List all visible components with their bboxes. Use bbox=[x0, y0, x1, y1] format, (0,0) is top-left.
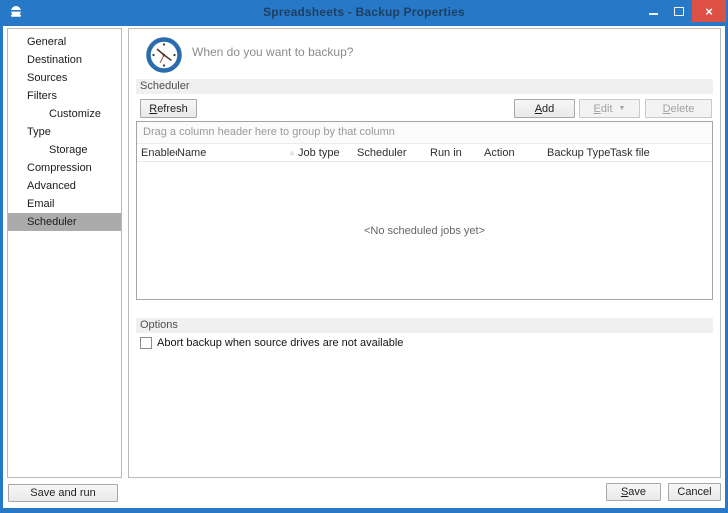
cancel-button[interactable]: Cancel bbox=[668, 483, 721, 501]
sidebar-item-type[interactable]: Type bbox=[8, 123, 121, 141]
abort-backup-option: Abort backup when source drives are not … bbox=[140, 337, 403, 349]
settings-nav: General Destination Sources Filters Cust… bbox=[7, 28, 122, 478]
edit-dropdown-icon: ▼ bbox=[619, 105, 626, 112]
scheduler-page: When do you want to backup? Scheduler Re… bbox=[128, 28, 721, 478]
refresh-button[interactable]: Refresh bbox=[140, 99, 197, 118]
cancel-button-label: Cancel bbox=[677, 486, 711, 498]
footer-bar: Save and run Save Cancel bbox=[3, 478, 725, 508]
delete-button-label: Delete bbox=[663, 103, 695, 115]
table-header-row: Enabled Name ▵ Job type Scheduler Run in… bbox=[137, 144, 712, 162]
sidebar-item-sources[interactable]: Sources bbox=[8, 69, 121, 87]
sidebar-item-filters[interactable]: Filters bbox=[8, 87, 121, 105]
column-header-task-file[interactable]: Task file bbox=[610, 147, 712, 159]
abort-backup-checkbox[interactable] bbox=[140, 337, 152, 349]
page-question: When do you want to backup? bbox=[192, 45, 353, 59]
abort-backup-checkbox-label: Abort backup when source drives are not … bbox=[157, 337, 403, 349]
delete-button[interactable]: Delete bbox=[645, 99, 712, 118]
column-header-name-label: Name bbox=[177, 147, 206, 159]
sidebar-item-scheduler[interactable]: Scheduler bbox=[8, 213, 121, 231]
sidebar-item-advanced[interactable]: Advanced bbox=[8, 177, 121, 195]
column-header-enabled[interactable]: Enabled bbox=[141, 147, 177, 159]
backup-properties-window: Spreadsheets - Backup Properties × Gener… bbox=[0, 0, 728, 513]
add-button[interactable]: Add bbox=[514, 99, 575, 118]
save-and-run-button[interactable]: Save and run bbox=[8, 484, 118, 502]
table-body: <No scheduled jobs yet> bbox=[137, 162, 712, 299]
window-controls: × bbox=[640, 0, 726, 22]
sidebar-item-email[interactable]: Email bbox=[8, 195, 121, 213]
save-button-label: Save bbox=[621, 486, 646, 498]
titlebar: Spreadsheets - Backup Properties × bbox=[0, 0, 728, 26]
column-header-run-in[interactable]: Run in bbox=[430, 147, 484, 159]
sort-ascending-icon: ▵ bbox=[290, 148, 294, 157]
clock-icon bbox=[146, 37, 182, 73]
sidebar-item-storage[interactable]: Storage bbox=[8, 141, 121, 159]
sidebar-item-compression[interactable]: Compression bbox=[8, 159, 121, 177]
maximize-button[interactable] bbox=[666, 0, 692, 22]
maximize-icon bbox=[674, 7, 684, 16]
sidebar-item-destination[interactable]: Destination bbox=[8, 51, 121, 69]
column-header-name[interactable]: Name ▵ bbox=[177, 147, 298, 159]
minimize-icon bbox=[649, 13, 658, 15]
save-button[interactable]: Save bbox=[606, 483, 661, 501]
empty-state-message: <No scheduled jobs yet> bbox=[364, 225, 485, 237]
options-section-header: Options bbox=[136, 318, 713, 333]
column-header-job-type[interactable]: Job type bbox=[298, 147, 357, 159]
sidebar-item-general[interactable]: General bbox=[8, 33, 121, 51]
sidebar-item-customize[interactable]: Customize bbox=[8, 105, 121, 123]
close-icon: × bbox=[705, 4, 713, 19]
refresh-button-label: Refresh bbox=[149, 103, 188, 115]
edit-button[interactable]: Edit ▼ bbox=[579, 99, 640, 118]
column-header-action[interactable]: Action bbox=[484, 147, 547, 159]
column-header-backup-type[interactable]: Backup Type bbox=[547, 147, 610, 159]
scheduled-jobs-table: Drag a column header here to group by th… bbox=[136, 121, 713, 300]
save-and-run-button-label: Save and run bbox=[30, 487, 95, 499]
window-title: Spreadsheets - Backup Properties bbox=[0, 0, 728, 24]
scheduler-section-header: Scheduler bbox=[136, 79, 713, 94]
group-by-dropzone[interactable]: Drag a column header here to group by th… bbox=[137, 122, 712, 144]
edit-button-label: Edit bbox=[594, 103, 613, 115]
close-button[interactable]: × bbox=[692, 0, 726, 22]
minimize-button[interactable] bbox=[640, 0, 666, 22]
add-button-label: Add bbox=[535, 103, 555, 115]
column-header-scheduler[interactable]: Scheduler bbox=[357, 147, 430, 159]
